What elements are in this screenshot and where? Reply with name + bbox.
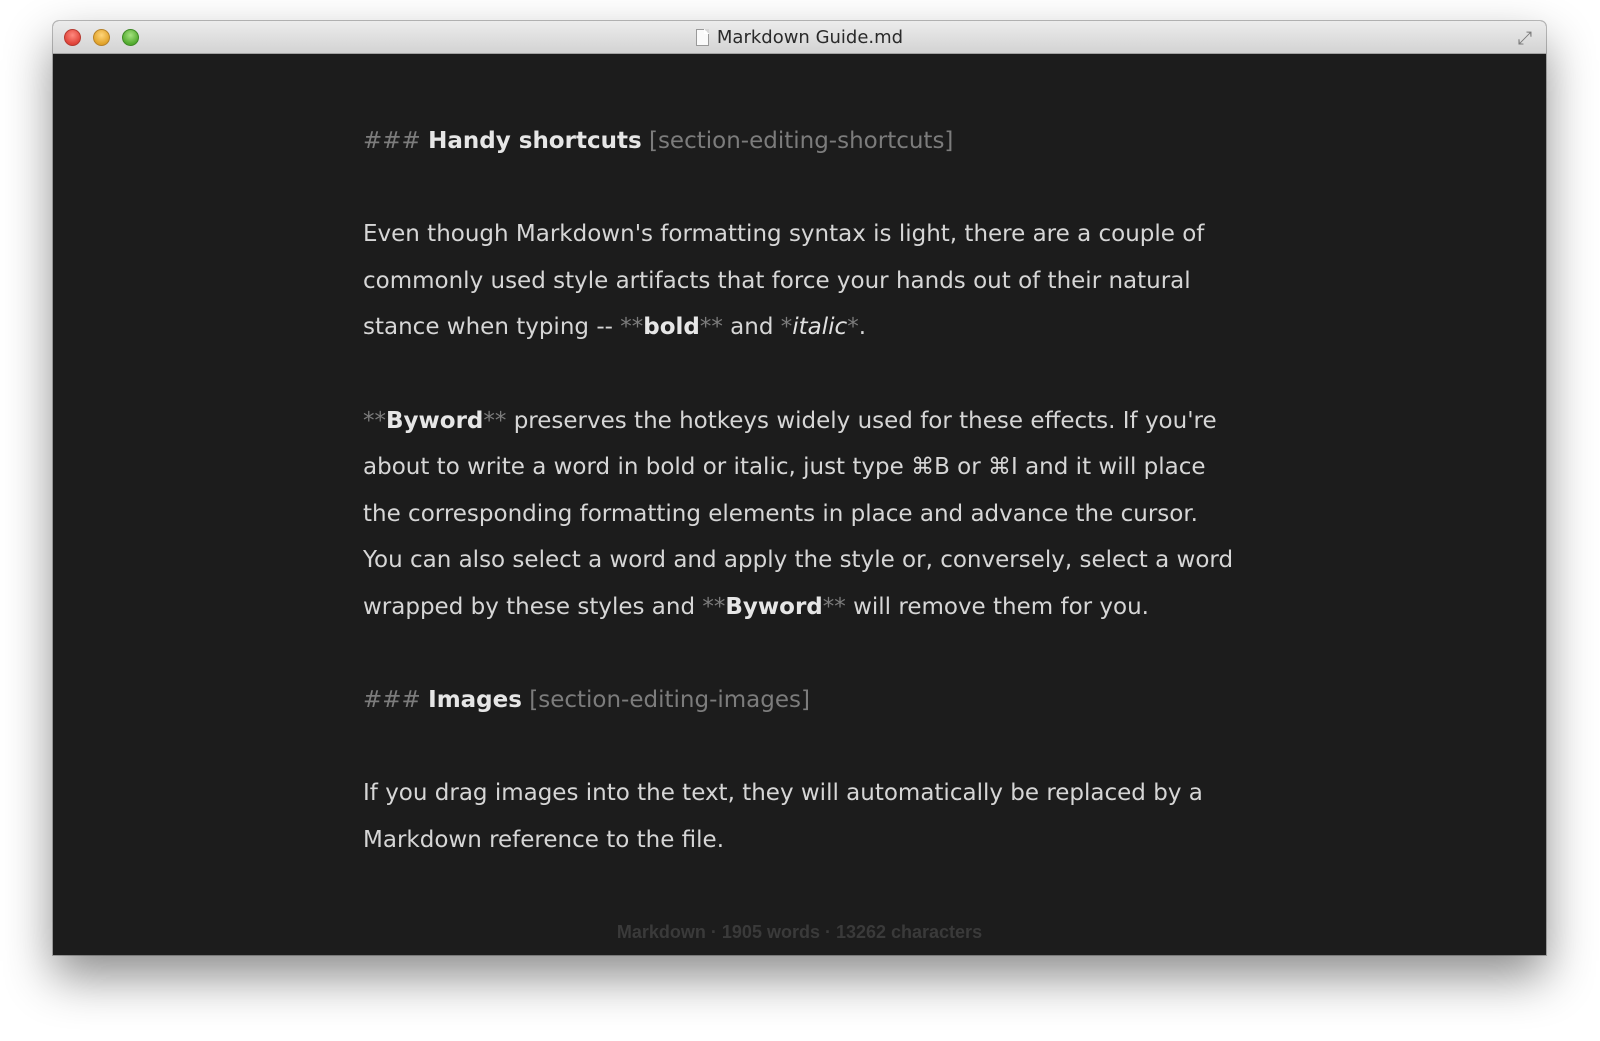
status-bar: Markdown · 1905 words · 13262 characters: [616, 922, 983, 942]
italic-markup-open: *: [780, 314, 793, 341]
heading-title: Images: [428, 687, 522, 714]
heading-markup: ###: [363, 128, 421, 154]
bold-text: Byword: [386, 407, 484, 434]
paragraph-images: If you drag images into the text, they w…: [363, 770, 1243, 863]
heading-reference: [section-editing-shortcuts]: [648, 128, 954, 154]
bold-markup-close: **: [822, 593, 846, 620]
document-icon: [695, 28, 709, 46]
bold-markup-close: **: [699, 314, 723, 341]
title-bar[interactable]: Markdown Guide.md ⤢: [53, 21, 1546, 54]
fullscreen-icon[interactable]: ⤢: [1514, 27, 1536, 49]
paragraph-text: preserves the hotkeys widely used for th…: [363, 407, 1234, 620]
paragraph-byword-shortcuts: **Byword** preserves the hotkeys widely …: [363, 398, 1243, 631]
window-title-group: Markdown Guide.md: [53, 21, 1546, 53]
paragraph-text: will remove them for you.: [845, 593, 1149, 620]
bold-text: bold: [643, 314, 700, 341]
bold-markup-close: **: [483, 407, 507, 434]
paragraph-text: .: [858, 314, 867, 341]
bold-markup-open: **: [702, 593, 726, 620]
paragraph-text: If you drag images into the text, they w…: [363, 780, 1203, 853]
document-content[interactable]: ### Handy shortcuts [section-editing-sho…: [363, 118, 1243, 910]
italic-text: italic: [792, 314, 848, 341]
italic-markup-close: *: [847, 314, 859, 341]
bold-markup-open: **: [363, 407, 386, 434]
paragraph-intro: Even though Markdown's formatting syntax…: [363, 211, 1243, 351]
heading-images: ### Images [section-editing-images]: [363, 677, 1243, 724]
text-editor[interactable]: ### Handy shortcuts [section-editing-sho…: [53, 54, 1546, 955]
paragraph-text: and: [722, 314, 781, 341]
heading-reference: [section-editing-images]: [529, 687, 810, 714]
app-window: Markdown Guide.md ⤢ ### Handy shortcuts …: [53, 21, 1546, 955]
bold-markup-open: **: [620, 314, 644, 341]
heading-title: Handy shortcuts: [428, 128, 642, 154]
heading-handy-shortcuts: ### Handy shortcuts [section-editing-sho…: [363, 118, 1243, 165]
window-title: Markdown Guide.md: [716, 26, 904, 48]
bold-text: Byword: [725, 593, 823, 620]
heading-markup: ###: [363, 687, 421, 714]
